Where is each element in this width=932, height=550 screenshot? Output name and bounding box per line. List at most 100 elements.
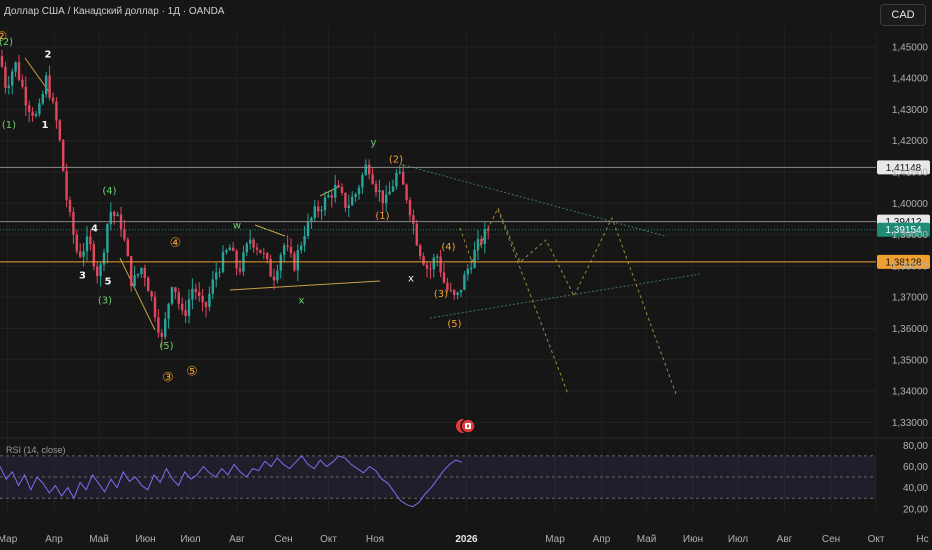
candle-body	[160, 332, 163, 337]
candle-body	[215, 272, 218, 280]
candle-body	[232, 247, 235, 251]
wave-label: 1	[42, 120, 49, 131]
candle-body	[177, 292, 180, 304]
candle-body	[204, 302, 208, 307]
candle-body	[425, 264, 429, 269]
y-tick-label: 1,34000	[892, 387, 929, 398]
wave-label: (3)	[98, 295, 112, 306]
candle-body	[187, 299, 191, 316]
candle-body	[92, 244, 95, 267]
y-tick-label: 1,41000	[892, 167, 929, 178]
candle-body	[323, 197, 327, 211]
y-tick-label: 1,37000	[892, 293, 929, 304]
candle-body	[378, 190, 381, 193]
canada-flag-icon[interactable]	[455, 418, 476, 434]
candle-body	[419, 245, 422, 257]
candle-body	[85, 236, 89, 252]
candle-body	[62, 139, 65, 172]
candle-body	[330, 195, 333, 198]
candle-body	[123, 229, 126, 240]
x-tick-label: Окт	[320, 534, 337, 545]
candle-body	[82, 251, 85, 257]
candle-body	[388, 191, 391, 195]
candle-body	[381, 190, 384, 204]
candle-body	[252, 239, 255, 248]
candle-body	[351, 196, 354, 206]
wave-label: ④	[170, 236, 182, 251]
candle-body	[296, 250, 299, 271]
candle-body	[181, 303, 184, 311]
candle-body	[106, 224, 109, 253]
candle-body	[157, 317, 160, 333]
candle-body	[255, 247, 259, 250]
candle-body	[198, 291, 201, 296]
x-tick-label: Июн	[683, 534, 703, 545]
y-tick-label: 1,43000	[892, 105, 929, 116]
candle-body	[262, 252, 265, 254]
candle-body	[371, 174, 374, 184]
wave-label: (3)	[434, 289, 448, 300]
candle-body	[391, 186, 395, 192]
candle-body	[470, 267, 473, 270]
candle-body	[313, 206, 316, 218]
candle-body	[320, 210, 323, 212]
candle-body	[340, 187, 344, 193]
candle-body	[463, 274, 466, 290]
candle-body	[208, 293, 211, 307]
candle-body	[422, 256, 425, 265]
x-tick-label: Сен	[822, 534, 840, 545]
x-tick-label: Май	[637, 534, 657, 545]
x-tick-label: Окт	[868, 534, 885, 545]
candle-body	[327, 195, 330, 198]
candle-body	[272, 276, 276, 281]
candle-body	[167, 303, 170, 319]
rsi-tick-label: 40,00	[903, 483, 928, 494]
candle-body	[191, 288, 194, 300]
candle-body	[432, 257, 435, 270]
candle-body	[245, 243, 248, 253]
x-tick-label: Мар	[0, 534, 18, 545]
candle-body	[408, 199, 412, 216]
candle-body	[279, 254, 282, 271]
wave-label: w	[233, 220, 241, 231]
candle-body	[126, 239, 129, 257]
candle-body	[24, 86, 27, 106]
candle-body	[150, 291, 153, 297]
candle-body	[283, 245, 286, 255]
candle-body	[402, 171, 405, 185]
candle-body	[51, 97, 55, 102]
y-tick-label: 1,39000	[892, 230, 929, 241]
candle-body	[116, 214, 119, 217]
candle-body	[147, 277, 150, 292]
x-tick-label: Ноя	[366, 534, 384, 545]
wave-label: ⑤	[186, 364, 198, 379]
x-tick-label: Нс	[916, 534, 928, 545]
y-tick-label: 1,45000	[892, 42, 929, 53]
price-chart[interactable]: 1,411481,394121,391541,38128 ②(2)2(1) 1(4…	[0, 0, 932, 550]
candle-body	[31, 111, 34, 116]
candle-body	[109, 211, 112, 225]
candle-body	[300, 245, 303, 251]
x-tick-label: Июл	[180, 534, 200, 545]
candle-body	[11, 71, 14, 86]
candle-body	[405, 184, 408, 200]
x-tick-label: Сен	[274, 534, 292, 545]
wave-label: (1)	[375, 211, 389, 222]
wave-label: 2	[45, 50, 52, 61]
candle-body	[429, 268, 432, 270]
candle-body	[194, 288, 197, 292]
x-tick-label: 2026	[455, 534, 478, 545]
wave-label: 4	[91, 223, 98, 234]
candle-body	[4, 66, 7, 88]
x-tick-label: Июн	[135, 534, 155, 545]
rsi-tick-label: 80,00	[903, 441, 928, 452]
candle-body	[75, 234, 78, 252]
candle-body	[453, 290, 456, 295]
wave-label: (4)	[102, 186, 116, 197]
currency-button[interactable]: CAD	[880, 4, 926, 26]
candle-body	[96, 266, 99, 276]
wave-label: (1)	[2, 120, 16, 131]
candle-body	[483, 229, 486, 245]
candle-body	[136, 273, 140, 276]
candle-body	[415, 223, 418, 246]
